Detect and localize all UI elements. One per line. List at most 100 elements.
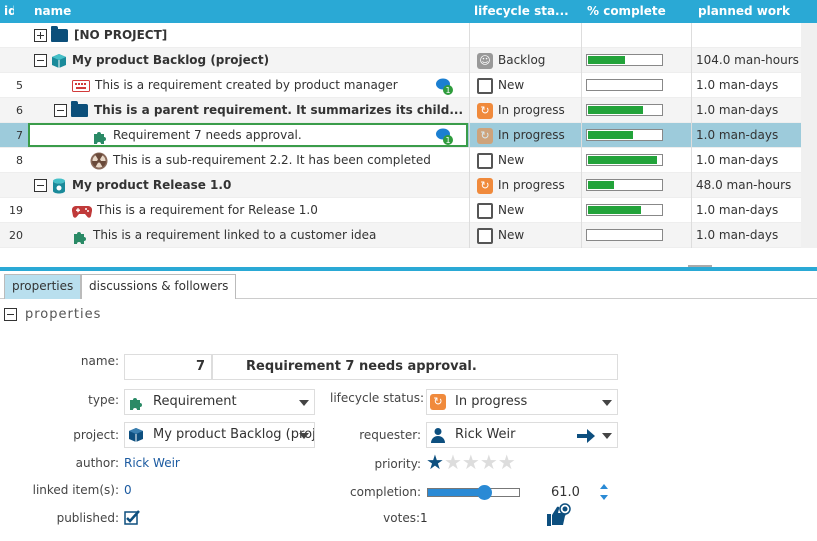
in-progress-status-icon: ↻ bbox=[430, 394, 446, 410]
backlog-status-icon: ☺ bbox=[477, 52, 493, 69]
row-id: 19 bbox=[9, 204, 23, 217]
collapse-icon[interactable] bbox=[54, 104, 67, 117]
progress-bar bbox=[586, 104, 663, 116]
linked-count-link[interactable]: 0 bbox=[124, 483, 132, 497]
row-id: 8 bbox=[16, 154, 23, 167]
row-status: In progress bbox=[498, 128, 565, 142]
row-planned: 1.0 man-days bbox=[691, 73, 801, 98]
star-icon[interactable]: ★ bbox=[444, 450, 462, 474]
thumbs-up-icon[interactable] bbox=[546, 503, 572, 527]
type-select[interactable]: Requirement bbox=[124, 389, 315, 415]
collapse-icon[interactable] bbox=[34, 54, 47, 67]
column-id-header[interactable]: id bbox=[4, 4, 14, 18]
lifecycle-select[interactable]: ↻ In progress bbox=[426, 389, 618, 415]
project-label: project: bbox=[73, 428, 119, 442]
star-icon[interactable]: ★ bbox=[462, 450, 480, 474]
row-name: [NO PROJECT] bbox=[74, 28, 168, 42]
name-field[interactable]: Requirement 7 needs approval. bbox=[212, 354, 618, 380]
table-row[interactable]: 6 This is a parent requirement. It summa… bbox=[0, 98, 801, 123]
row-id bbox=[0, 23, 27, 48]
row-planned: 104.0 man-hours bbox=[691, 48, 801, 73]
type-value: Requirement bbox=[153, 394, 237, 409]
column-complete-header[interactable]: % complete bbox=[587, 4, 666, 18]
row-status: In progress bbox=[498, 178, 565, 192]
column-name-header[interactable]: name bbox=[34, 4, 71, 18]
splitter-handle-icon[interactable] bbox=[688, 265, 712, 267]
cube-icon bbox=[52, 53, 66, 68]
row-name: My product Backlog (project) bbox=[72, 53, 270, 67]
chevron-down-icon[interactable] bbox=[294, 423, 314, 447]
row-name: My product Release 1.0 bbox=[72, 178, 232, 192]
cube-icon bbox=[129, 428, 143, 442]
grid-header: id name lifecycle sta... % complete plan… bbox=[0, 0, 817, 23]
progress-bar bbox=[586, 129, 663, 141]
table-row[interactable]: My product Backlog (project) ☺ Backlog 10… bbox=[0, 48, 801, 73]
table-row[interactable]: 5 This is a requirement created by produ… bbox=[0, 73, 801, 98]
spinner-icon[interactable] bbox=[598, 483, 610, 501]
chevron-down-icon[interactable] bbox=[597, 423, 617, 447]
name-label: name: bbox=[80, 354, 119, 368]
priority-rating[interactable]: ★★★★★ bbox=[426, 450, 516, 474]
star-icon[interactable]: ★ bbox=[426, 450, 444, 474]
badge-count: 1 bbox=[445, 136, 450, 145]
puzzle-icon bbox=[130, 398, 142, 410]
row-status: New bbox=[498, 78, 525, 92]
table-row[interactable]: [NO PROJECT] bbox=[0, 23, 801, 48]
requester-select[interactable]: Rick Weir bbox=[426, 422, 618, 448]
in-progress-status-icon: ↻ bbox=[477, 177, 493, 194]
collapse-icon[interactable] bbox=[4, 308, 17, 321]
puzzle-icon bbox=[74, 231, 86, 244]
chevron-down-icon[interactable] bbox=[294, 390, 314, 414]
column-planned-header[interactable]: planned work bbox=[698, 4, 790, 18]
slider-handle[interactable] bbox=[476, 485, 492, 500]
table-row[interactable]: My product Release 1.0 ↻ In progress 48.0… bbox=[0, 173, 801, 198]
star-icon[interactable]: ★ bbox=[498, 450, 516, 474]
row-planned: 1.0 man-days bbox=[691, 198, 801, 223]
completion-label: completion: bbox=[350, 485, 421, 499]
row-id bbox=[0, 173, 27, 198]
row-id: 6 bbox=[16, 104, 23, 117]
chevron-down-icon[interactable] bbox=[597, 390, 617, 414]
slider-fill bbox=[428, 489, 484, 496]
collapse-icon[interactable] bbox=[34, 179, 47, 192]
progress-bar bbox=[586, 54, 663, 66]
row-status: In progress bbox=[498, 103, 565, 117]
table-row[interactable]: 19 This is a requirement for Release 1.0… bbox=[0, 198, 801, 223]
table-row[interactable]: 20 This is a requirement linked to a cus… bbox=[0, 223, 801, 248]
project-select[interactable]: My product Backlog (proj bbox=[124, 422, 315, 448]
row-planned: 1.0 man-days bbox=[691, 98, 801, 123]
row-id: 5 bbox=[16, 79, 23, 92]
checkbox-checked-icon[interactable] bbox=[124, 509, 142, 525]
expand-icon[interactable] bbox=[34, 29, 47, 42]
column-lifecycle-header[interactable]: lifecycle sta... bbox=[474, 4, 574, 18]
row-name: This is a sub-requirement 2.2. It has be… bbox=[113, 153, 431, 167]
new-status-icon bbox=[477, 152, 493, 169]
user-icon bbox=[431, 428, 445, 443]
row-planned: 48.0 man-hours bbox=[691, 173, 801, 198]
row-name: This is a requirement created by product… bbox=[95, 78, 398, 92]
badge-count: 1 bbox=[445, 86, 450, 95]
completion-slider[interactable] bbox=[427, 485, 520, 500]
row-status: New bbox=[498, 153, 525, 167]
grid-scrollbar[interactable] bbox=[801, 23, 817, 248]
arrow-right-icon[interactable] bbox=[577, 428, 595, 444]
keyboard-icon bbox=[72, 79, 90, 92]
table-row-selected[interactable]: 7 Requirement 7 needs approval. 1 ↻ In pr… bbox=[0, 123, 801, 148]
new-status-icon bbox=[477, 227, 493, 244]
priority-label: priority: bbox=[374, 457, 421, 471]
folder-icon bbox=[71, 101, 88, 117]
requester-value: Rick Weir bbox=[455, 427, 516, 442]
discussion-badge-icon[interactable]: 1 bbox=[435, 77, 453, 95]
new-status-icon bbox=[477, 202, 493, 219]
row-name: This is a requirement linked to a custom… bbox=[93, 228, 377, 242]
tab-discussions[interactable]: discussions & followers bbox=[81, 274, 237, 299]
properties-section-header[interactable]: properties bbox=[4, 307, 101, 322]
folder-icon bbox=[51, 26, 68, 42]
tab-properties[interactable]: properties bbox=[4, 274, 82, 299]
votes-label: votes: bbox=[383, 511, 420, 525]
discussion-badge-icon[interactable]: 1 bbox=[435, 127, 453, 145]
star-icon[interactable]: ★ bbox=[480, 450, 498, 474]
row-status: New bbox=[498, 228, 525, 242]
table-row[interactable]: 8 This is a sub-requirement 2.2. It has … bbox=[0, 148, 801, 173]
author-link[interactable]: Rick Weir bbox=[124, 456, 180, 470]
